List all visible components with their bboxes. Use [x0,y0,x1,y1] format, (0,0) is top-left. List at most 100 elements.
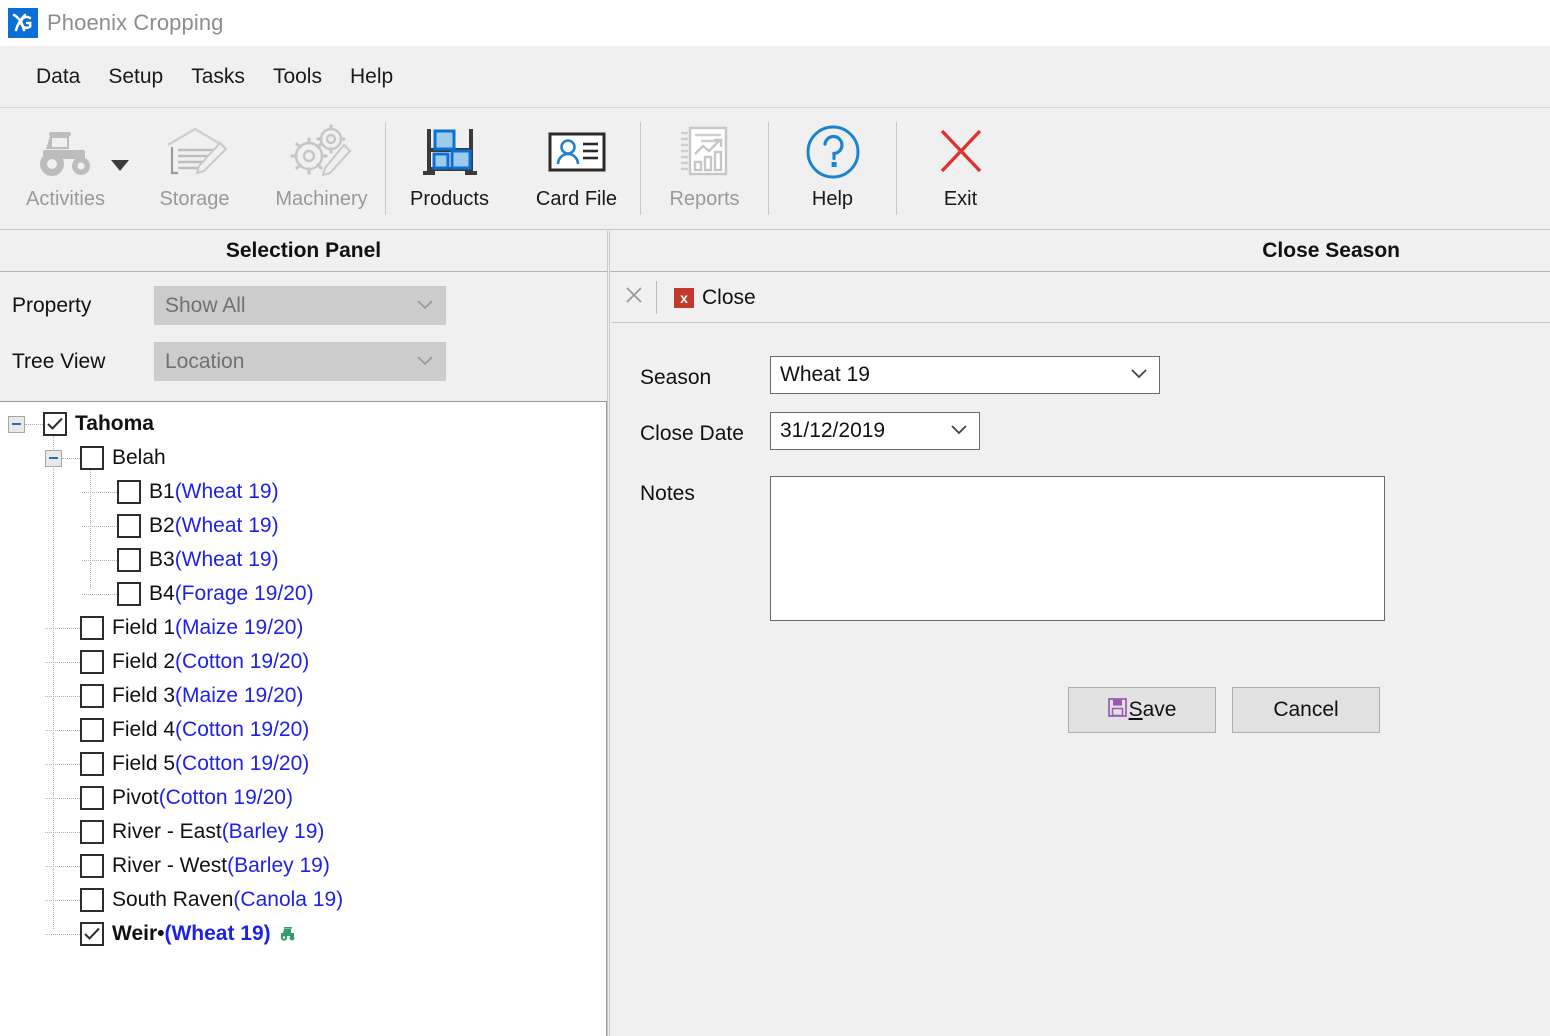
tree-item-name: River - West [112,854,228,877]
tree-item-crop: (Wheat 19) [174,548,279,571]
tree-item-label: Field 5(Cotton 19/20) [112,752,309,776]
tree-item-field-3[interactable]: Field 3(Maize 19/20) [0,679,606,713]
tree-item-belah[interactable]: Belah [0,441,606,475]
tree-expander-collapse-icon[interactable] [45,449,62,467]
tree-checkbox[interactable] [80,616,104,640]
tree-checkbox[interactable] [117,480,141,504]
location-tree-view[interactable]: Tahoma Belah B1(Wheat 19) B2(Wheat 19) B3(Wh… [0,401,607,1036]
tree-checkbox[interactable] [80,786,104,810]
right-panel-header: Close Season [610,231,1550,272]
main-toolbar: Activities Storage Machinery Products Ca… [0,108,1550,230]
save-button[interactable]: Save [1068,687,1216,733]
toolbar-button-storage[interactable]: Storage [131,108,258,229]
close-date-picker[interactable]: 31/12/2019 [770,412,980,450]
close-date-value: 31/12/2019 [780,419,886,442]
tree-connector-line [45,729,80,731]
tree-checkbox[interactable] [117,582,141,606]
tree-connector-line [82,559,117,561]
close-window-button[interactable] [612,273,656,322]
tree-view-value: Location [165,349,245,373]
toolbar-button-card-file[interactable]: Card File [513,108,640,229]
selection-panel-title: Selection Panel [225,239,382,262]
tree-checkbox-checked[interactable] [43,412,67,436]
tree-checkbox[interactable] [80,446,104,470]
tree-checkbox[interactable] [80,650,104,674]
tree-item-south-raven[interactable]: South Raven(Canola 19) [0,883,606,917]
tree-item-field-1[interactable]: Field 1(Maize 19/20) [0,611,606,645]
menu-bar: Data Setup Tasks Tools Help [0,46,1550,108]
tree-item-name: B2 [149,514,175,537]
tree-connector-line [45,899,80,901]
tree-item-label: B4(Forage 19/20) [149,582,314,606]
tree-item-field-2[interactable]: Field 2(Cotton 19/20) [0,645,606,679]
toolbar-button-machinery[interactable]: Machinery [258,108,385,229]
toolbar-button-exit[interactable]: Exit [897,108,1024,229]
tree-checkbox-checked[interactable] [80,922,104,946]
cancel-button[interactable]: Cancel [1232,687,1380,733]
season-select[interactable]: Wheat 19 [770,356,1160,394]
tree-checkbox[interactable] [80,718,104,742]
tree-view-row: Tree View Location [12,342,446,381]
close-action-button[interactable]: x Close [661,273,769,322]
panel-splitter[interactable] [607,231,610,1036]
tree-item-name: Belah [112,446,166,469]
tree-item-river-west[interactable]: River - West(Barley 19) [0,849,606,883]
season-label: Season [640,366,712,389]
tree-connector-line [45,763,80,765]
menu-item-help[interactable]: Help [336,61,407,93]
close-x-icon [624,285,644,310]
save-button-label-rest: ave [1142,698,1177,721]
chevron-down-icon [951,422,967,440]
menu-item-tasks[interactable]: Tasks [177,61,259,93]
tree-checkbox[interactable] [80,820,104,844]
menu-item-data[interactable]: Data [22,61,94,93]
tree-item-crop: (Cotton 19/20) [175,650,310,673]
tree-item-name: Weir• [112,921,165,945]
toolbar-button-help[interactable]: Help [769,108,896,229]
tree-item-name: Field 4 [112,718,176,741]
tree-item-label: River - West(Barley 19) [112,854,330,878]
tree-item-b1[interactable]: B1(Wheat 19) [0,475,606,509]
tree-item-tahoma[interactable]: Tahoma [0,407,606,441]
tree-checkbox[interactable] [117,514,141,538]
tree-item-label: Tahoma [75,412,154,436]
tree-item-b2[interactable]: B2(Wheat 19) [0,509,606,543]
tree-item-name: Field 3 [112,684,176,707]
tree-item-field-5[interactable]: Field 5(Cotton 19/20) [0,747,606,781]
menu-item-tools[interactable]: Tools [259,61,336,93]
tree-connector-line [82,525,117,527]
tree-checkbox[interactable] [80,684,104,708]
toolbar-button-products[interactable]: Products [386,108,513,229]
tree-item-name: River - East [112,820,222,843]
tree-expander-collapse-icon[interactable] [8,415,25,433]
notes-textarea[interactable] [770,476,1385,621]
tree-item-river-east[interactable]: River - East(Barley 19) [0,815,606,849]
tree-view-select[interactable]: Location [154,342,446,381]
toolbar-label-storage: Storage [159,188,230,210]
tree-connector-line [25,423,43,425]
toolbar-button-reports[interactable]: Reports [641,108,768,229]
close-action-label: Close [702,285,756,309]
tree-item-crop: (Wheat 19) [174,514,279,537]
activities-dropdown-caret-icon[interactable] [111,160,129,171]
tree-checkbox[interactable] [117,548,141,572]
notes-label: Notes [640,482,695,505]
application-window: Phoenix Cropping Data Setup Tasks Tools … [0,0,1550,1036]
tree-item-label: B2(Wheat 19) [149,514,279,538]
tree-item-name: B3 [149,548,175,571]
notes-value [771,477,1384,489]
tree-item-weir[interactable]: Weir•(Wheat 19) [0,917,606,951]
cancel-button-label: Cancel [1273,698,1339,721]
property-select[interactable]: Show All [154,286,446,325]
property-value: Show All [165,293,246,317]
tree-checkbox[interactable] [80,854,104,878]
tree-item-field-4[interactable]: Field 4(Cotton 19/20) [0,713,606,747]
toolbar-button-activities[interactable]: Activities [0,108,131,229]
tree-item-b4[interactable]: B4(Forage 19/20) [0,577,606,611]
tree-checkbox[interactable] [80,888,104,912]
tree-checkbox[interactable] [80,752,104,776]
menu-item-setup[interactable]: Setup [94,61,177,93]
close-date-label: Close Date [640,422,744,445]
tree-item-pivot[interactable]: Pivot(Cotton 19/20) [0,781,606,815]
tree-item-b3[interactable]: B3(Wheat 19) [0,543,606,577]
